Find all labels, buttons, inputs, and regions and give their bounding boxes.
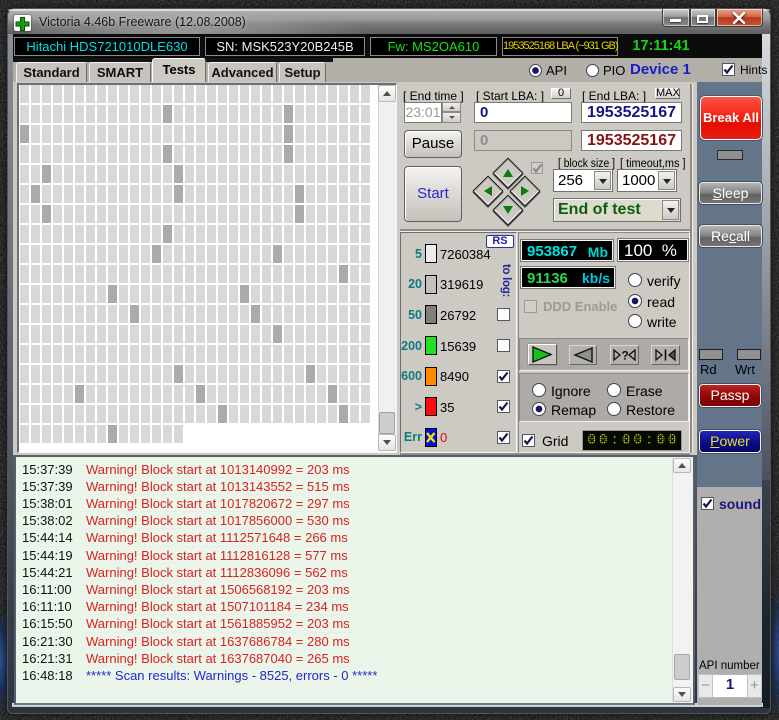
svg-text:?: ? (622, 349, 629, 363)
